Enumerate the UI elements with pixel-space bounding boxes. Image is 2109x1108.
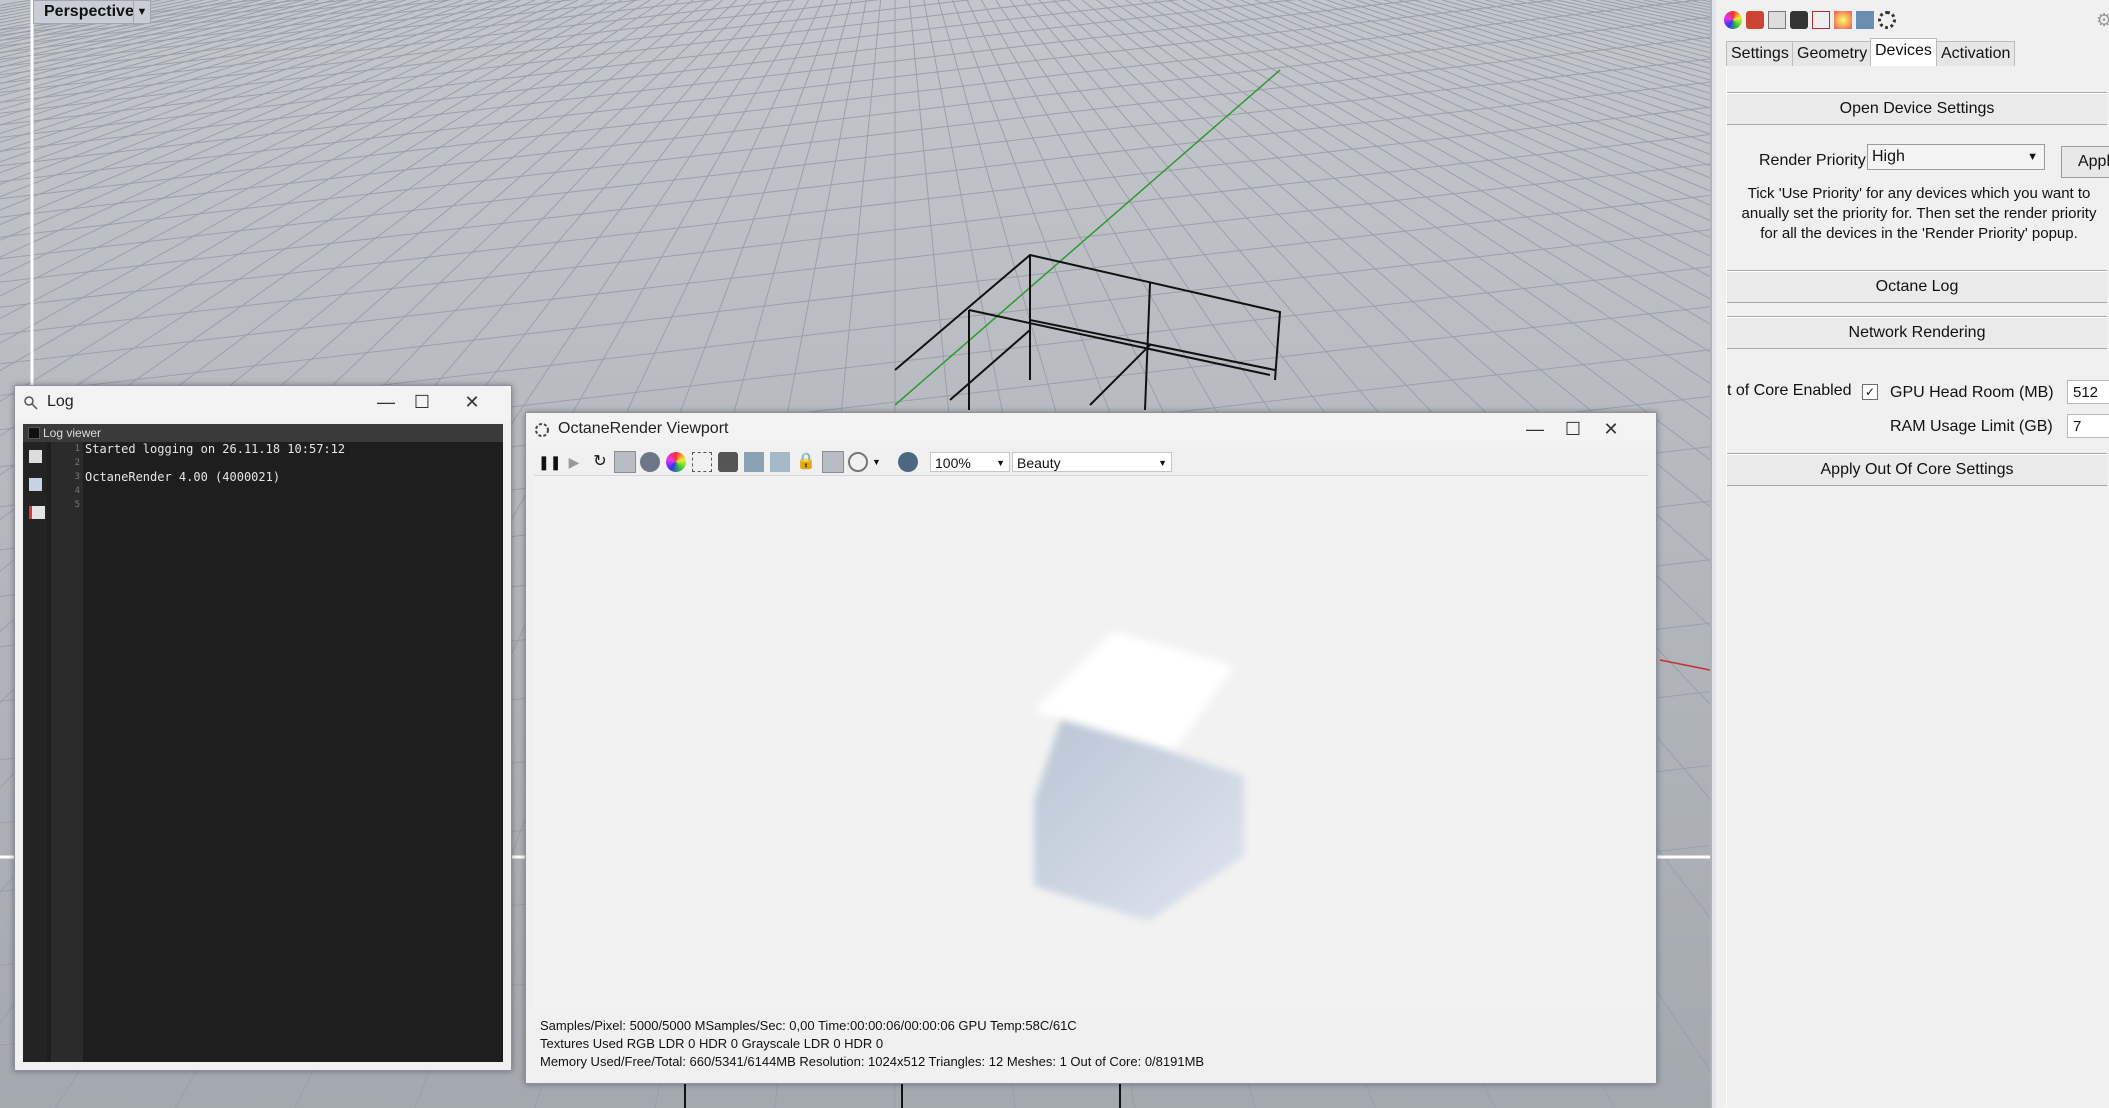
render-statistics: Samples/Pixel: 5000/5000 MSamples/Sec: 0… (540, 1017, 1204, 1071)
pause-icon[interactable]: ❚❚ (538, 452, 561, 472)
gear-icon[interactable]: ⚙ (2096, 11, 2109, 29)
octane-icon[interactable] (1878, 11, 1896, 29)
octane-titlebar[interactable]: OctaneRender Viewport — ☐ ✕ (526, 413, 1656, 447)
restart-icon[interactable]: ↻ (590, 452, 610, 472)
close-icon[interactable]: ✕ (455, 390, 489, 414)
render-priority-value: High (1872, 148, 1905, 165)
render-priority-select[interactable]: High ▼ (1867, 144, 2045, 170)
out-of-core-checkbox[interactable]: ✓ (1862, 384, 1878, 400)
log-line: Started logging on 26.11.18 10:57:12 (85, 442, 346, 456)
play-icon[interactable]: ▶ (564, 452, 584, 472)
lock-icon[interactable]: 🔒 (796, 452, 816, 472)
log-viewer-label: Log viewer (43, 426, 102, 440)
tab-settings[interactable]: Settings (1726, 41, 1794, 67)
octane-settings-panel: ⚙ Settings Geometry Devices Activation O… (1712, 0, 2109, 1108)
log-title: Log (47, 393, 74, 410)
grid-icon[interactable] (822, 451, 844, 473)
devices-icon[interactable] (1856, 11, 1874, 29)
film-region-icon[interactable] (744, 452, 764, 472)
sun-icon[interactable] (1834, 11, 1852, 29)
edit-icon[interactable] (1768, 11, 1786, 29)
magnifier-icon (24, 396, 38, 410)
viewport-title[interactable]: Perspective (33, 0, 143, 24)
priority-help-text: Tick 'Use Priority' for any devices whic… (1719, 184, 2109, 244)
line-number: 1 (74, 444, 80, 454)
color-wheel-icon[interactable] (1724, 11, 1742, 29)
log-line-numbers: 1 2 3 4 5 (51, 442, 83, 1062)
help-line: Tick 'Use Priority' for any devices whic… (1747, 185, 2091, 202)
zoom-icon[interactable] (898, 452, 918, 472)
log-viewer-header: Log viewer (23, 424, 503, 442)
render-pass-select[interactable]: Beauty ▼ (1012, 452, 1172, 472)
apply-out-of-core-button[interactable]: Apply Out Of Core Settings (1727, 454, 2107, 486)
minimize-icon[interactable]: — (369, 390, 403, 414)
material-icon[interactable] (1746, 11, 1764, 29)
devices-tab-content: Open Device Settings Render Priority: Hi… (1726, 66, 2109, 1106)
log-titlebar[interactable]: Log — ☐ ✕ (15, 386, 511, 420)
log-viewer-box-icon (28, 427, 40, 439)
render-pass-value: Beauty (1017, 455, 1061, 471)
copy-icon[interactable] (29, 478, 42, 491)
render-canvas[interactable] (534, 475, 1648, 1008)
save-icon[interactable] (29, 450, 42, 463)
line-number: 2 (74, 458, 80, 468)
region-icon[interactable] (692, 452, 712, 472)
picker-dropdown-icon[interactable]: ▼ (872, 452, 892, 472)
chevron-down-icon: ▼ (1158, 458, 1167, 468)
octane-icon (535, 423, 549, 437)
line-number: 4 (74, 486, 80, 496)
octane-toolbar: ❚❚ ▶ ↻ 🔒 ▼ 100% ▼ Beauty ▼ (534, 449, 1648, 475)
tab-devices[interactable]: Devices (1870, 38, 1937, 68)
maximize-icon[interactable]: ☐ (1556, 417, 1590, 441)
camera-sphere-icon[interactable] (640, 452, 660, 472)
snapshot-icon[interactable] (718, 452, 738, 472)
picker-icon[interactable] (848, 452, 868, 472)
close-icon[interactable]: ✕ (1594, 417, 1628, 441)
zoom-value: 100% (935, 455, 971, 471)
stats-line-textures: Textures Used RGB LDR 0 HDR 0 Grayscale … (540, 1036, 884, 1051)
log-toolbar (23, 442, 47, 1062)
chevron-down-icon: ▼ (2027, 151, 2038, 163)
chevron-down-icon: ▼ (996, 458, 1005, 468)
autofocus-icon[interactable] (614, 451, 636, 473)
color-sphere-icon[interactable] (666, 452, 686, 472)
stats-line-memory: Memory Used/Free/Total: 660/5341/6144MB … (540, 1054, 1205, 1069)
gpu-headroom-field[interactable]: 512 (2067, 380, 2109, 404)
log-viewer-pane: Log viewer 1 2 3 4 5 Started logging on … (23, 424, 503, 1062)
apply-priority-button[interactable]: Apply (2061, 146, 2109, 178)
tab-activation[interactable]: Activation (1936, 41, 2016, 67)
log-text[interactable]: Started logging on 26.11.18 10:57:12 Oct… (85, 442, 503, 1062)
octane-log-button[interactable]: Octane Log (1727, 271, 2107, 303)
line-number: 5 (74, 500, 80, 510)
help-line: anually set the priority for. Then set t… (1741, 205, 2097, 222)
log-line: OctaneRender 4.00 (4000021) (85, 470, 281, 484)
clear-icon[interactable] (29, 506, 45, 519)
stats-line-samples: Samples/Pixel: 5000/5000 MSamples/Sec: 0… (540, 1018, 1077, 1033)
book-icon[interactable] (1812, 11, 1830, 29)
ram-limit-field[interactable]: 7 (2067, 414, 2109, 438)
render-priority-label: Render Priority: (1759, 152, 1871, 169)
maximize-icon[interactable]: ☐ (405, 390, 439, 414)
zoom-select[interactable]: 100% ▼ (930, 452, 1010, 472)
camera-icon[interactable] (1790, 11, 1808, 29)
log-window: Log — ☐ ✕ Log viewer 1 2 3 4 5 Started l… (14, 385, 512, 1071)
triangle-down-icon[interactable]: ▼ (133, 0, 151, 24)
minimize-icon[interactable]: — (1518, 417, 1552, 441)
octane-title: OctaneRender Viewport (558, 420, 729, 437)
ram-limit-label: RAM Usage Limit (GB) (1890, 418, 2053, 435)
tab-geometry[interactable]: Geometry (1792, 41, 1873, 67)
help-line: for all the devices in the 'Render Prior… (1760, 225, 2078, 242)
network-rendering-button[interactable]: Network Rendering (1727, 317, 2107, 349)
viewport-lock-icon[interactable] (770, 452, 790, 472)
octane-viewport-window: OctaneRender Viewport — ☐ ✕ ❚❚ ▶ ↻ 🔒 ▼ 1… (525, 412, 1657, 1084)
out-of-core-label: t of Core Enabled (1727, 382, 1852, 399)
open-device-settings-button[interactable]: Open Device Settings (1727, 93, 2107, 125)
line-number: 3 (74, 472, 80, 482)
rendered-box (1034, 631, 1244, 921)
gpu-headroom-label: GPU Head Room (MB) (1890, 384, 2054, 401)
